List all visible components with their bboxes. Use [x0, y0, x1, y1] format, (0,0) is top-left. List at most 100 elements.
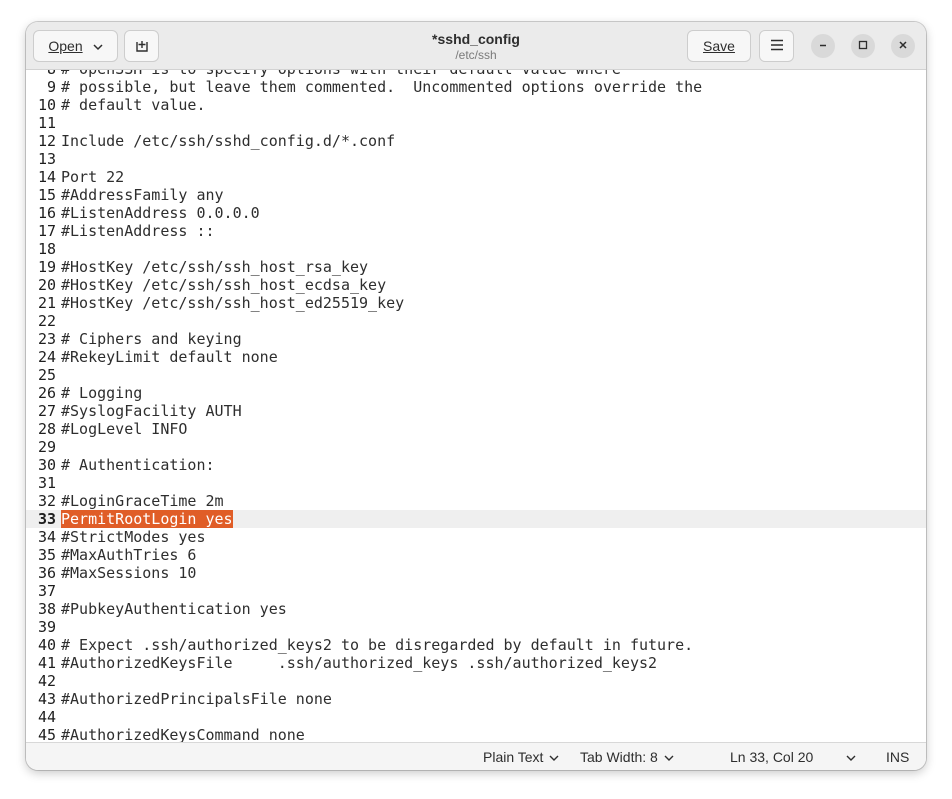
line-number: 23 — [37, 330, 56, 348]
editor-line[interactable]: 30 # Authentication: — [26, 456, 926, 474]
editor-line[interactable]: 27 #SyslogFacility AUTH — [26, 402, 926, 420]
line-number: 42 — [37, 672, 56, 690]
editor-line[interactable]: 13 — [26, 150, 926, 168]
chevron-down-icon — [846, 749, 856, 765]
editor-line[interactable]: 42 — [26, 672, 926, 690]
cursor-position-label: Ln 33, Col 20 — [730, 749, 814, 765]
chevron-down-icon — [93, 38, 103, 54]
line-number: 28 — [37, 420, 56, 438]
line-text: #ListenAddress :: — [61, 222, 215, 240]
line-number: 12 — [37, 132, 56, 150]
line-number: 29 — [37, 438, 56, 456]
line-number: 43 — [37, 690, 56, 708]
document-path: /etc/ssh — [455, 48, 497, 62]
editor-line[interactable]: 36 #MaxSessions 10 — [26, 564, 926, 582]
line-text: # Expect .ssh/authorized_keys2 to be dis… — [61, 636, 694, 654]
editor-line[interactable]: 32 #LoginGraceTime 2m — [26, 492, 926, 510]
new-tab-button[interactable] — [124, 30, 159, 62]
editor-line[interactable]: 17 #ListenAddress :: — [26, 222, 926, 240]
line-number: 39 — [37, 618, 56, 636]
line-text: # possible, but leave them commented. Un… — [61, 78, 703, 96]
editor-line[interactable]: 41 #AuthorizedKeysFile .ssh/authorized_ke… — [26, 654, 926, 672]
line-number: 44 — [37, 708, 56, 726]
editor-line[interactable]: 20 #HostKey /etc/ssh/ssh_host_ecdsa_key — [26, 276, 926, 294]
line-text: # default value. — [61, 96, 206, 114]
line-number: 31 — [37, 474, 56, 492]
editor-line[interactable]: 21 #HostKey /etc/ssh/ssh_host_ed25519_key — [26, 294, 926, 312]
line-number: 25 — [37, 366, 56, 384]
editor-line[interactable]: 18 — [26, 240, 926, 258]
editor-line[interactable]: 23 # Ciphers and keying — [26, 330, 926, 348]
maximize-button[interactable] — [851, 34, 875, 58]
tab-width-label: Tab Width: 8 — [580, 749, 658, 765]
editor-line[interactable]: 16 #ListenAddress 0.0.0.0 — [26, 204, 926, 222]
line-text: #AddressFamily any — [61, 186, 224, 204]
editor-line[interactable]: 19 #HostKey /etc/ssh/ssh_host_rsa_key — [26, 258, 926, 276]
editor-line[interactable]: 11 — [26, 114, 926, 132]
editor-line[interactable]: 37 — [26, 582, 926, 600]
line-text: Include /etc/ssh/sshd_config.d/*.conf — [61, 132, 396, 150]
editor-line[interactable]: 22 — [26, 312, 926, 330]
editor-line[interactable]: 9 # possible, but leave them commented. U… — [26, 78, 926, 96]
line-text: # OpenSSH is to specify options with the… — [61, 70, 621, 78]
language-selector[interactable]: Plain Text — [483, 749, 559, 765]
status-bar: Plain Text Tab Width: 8 Ln 33, Col 20 IN… — [26, 742, 926, 770]
editor-line[interactable]: 31 — [26, 474, 926, 492]
line-number: 11 — [37, 114, 56, 132]
new-tab-icon — [134, 37, 150, 56]
editor-line[interactable]: 28 #LogLevel INFO — [26, 420, 926, 438]
line-text: # Logging — [61, 384, 143, 402]
line-number: 34 — [37, 528, 56, 546]
editor-line[interactable]: 26 # Logging — [26, 384, 926, 402]
editor-line[interactable]: 8 # OpenSSH is to specify options with th… — [26, 70, 926, 78]
minimize-icon — [818, 37, 828, 55]
editor-line[interactable]: 39 — [26, 618, 926, 636]
editor-line[interactable]: 34 #StrictModes yes — [26, 528, 926, 546]
save-button[interactable]: Save — [687, 30, 751, 62]
line-number: 30 — [37, 456, 56, 474]
line-number: 36 — [37, 564, 56, 582]
editor-line[interactable]: 33 PermitRootLogin yes — [26, 510, 926, 528]
line-text: #LoginGraceTime 2m — [61, 492, 224, 510]
text-editor-area[interactable]: 8 # OpenSSH is to specify options with th… — [26, 70, 926, 742]
line-number: 8 — [26, 70, 56, 78]
insert-mode-label: INS — [886, 749, 910, 765]
editor-window: Open *sshd_config /etc/ssh Save 9 # poss… — [26, 22, 926, 770]
editor-line[interactable]: 25 — [26, 366, 926, 384]
line-text: #ListenAddress 0.0.0.0 — [61, 204, 260, 222]
editor-line[interactable]: 29 — [26, 438, 926, 456]
line-number: 17 — [37, 222, 56, 240]
cursor-position[interactable]: Ln 33, Col 20 — [730, 749, 813, 765]
line-text: #HostKey /etc/ssh/ssh_host_rsa_key — [61, 258, 369, 276]
language-label: Plain Text — [483, 749, 544, 765]
open-button[interactable]: Open — [33, 30, 118, 62]
line-text: # Authentication: — [61, 456, 215, 474]
main-menu-button[interactable] — [759, 30, 794, 62]
line-number: 15 — [37, 186, 56, 204]
close-button[interactable] — [891, 34, 915, 58]
line-number: 14 — [37, 168, 56, 186]
editor-line[interactable]: 43 #AuthorizedPrincipalsFile none — [26, 690, 926, 708]
editor-line[interactable]: 45 #AuthorizedKeysCommand none — [26, 726, 926, 742]
line-number: 35 — [37, 546, 56, 564]
tab-width-selector[interactable]: Tab Width: 8 — [580, 749, 674, 765]
window-title-area: *sshd_config /etc/ssh — [326, 31, 626, 63]
minimize-button[interactable] — [811, 34, 835, 58]
editor-line[interactable]: 10 # default value. — [26, 96, 926, 114]
editor-line[interactable]: 15 #AddressFamily any — [26, 186, 926, 204]
editor-line[interactable]: 35 #MaxAuthTries 6 — [26, 546, 926, 564]
document-title: *sshd_config — [432, 31, 520, 47]
line-number: 33 — [37, 510, 56, 528]
insert-mode-indicator[interactable]: INS — [886, 749, 909, 765]
line-number: 45 — [37, 726, 56, 742]
go-to-line-dropdown[interactable] — [846, 749, 856, 765]
editor-line[interactable]: 44 — [26, 708, 926, 726]
editor-line[interactable]: 14 Port 22 — [26, 168, 926, 186]
editor-line[interactable]: 38 #PubkeyAuthentication yes — [26, 600, 926, 618]
maximize-icon — [858, 37, 868, 55]
line-number: 13 — [37, 150, 56, 168]
line-number: 27 — [37, 402, 56, 420]
editor-line[interactable]: 12 Include /etc/ssh/sshd_config.d/*.conf — [26, 132, 926, 150]
editor-line[interactable]: 40 # Expect .ssh/authorized_keys2 to be d… — [26, 636, 926, 654]
editor-line[interactable]: 24 #RekeyLimit default none — [26, 348, 926, 366]
